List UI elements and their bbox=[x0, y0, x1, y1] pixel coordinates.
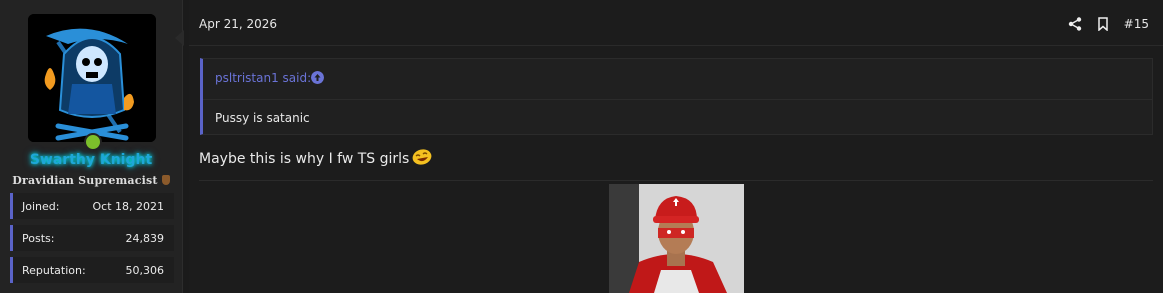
stat-reputation: Reputation: 50,306 bbox=[10, 257, 174, 283]
user-avatar[interactable] bbox=[28, 14, 156, 142]
post-date[interactable]: Apr 21, 2026 bbox=[199, 17, 277, 31]
attached-image[interactable] bbox=[609, 184, 744, 293]
forum-post: Swarthy Knight Dravidian Supremacist Joi… bbox=[0, 0, 1163, 293]
message-text: Maybe this is why I fw TS girls bbox=[199, 151, 410, 167]
bookmark-icon[interactable] bbox=[1096, 17, 1110, 31]
shield-icon bbox=[161, 175, 170, 185]
online-status-indicator bbox=[84, 133, 102, 151]
quote-text: Pussy is satanic bbox=[215, 111, 310, 125]
quote-header: psltristan1 said: bbox=[203, 59, 1152, 100]
post-main: Apr 21, 2026 #15 psltristan1 said: Pussy… bbox=[189, 0, 1163, 293]
user-title: Dravidian Supremacist bbox=[0, 174, 182, 187]
post-header: Apr 21, 2026 #15 bbox=[189, 0, 1163, 46]
post-actions: #15 bbox=[1068, 15, 1149, 33]
username[interactable]: Swarthy Knight bbox=[0, 152, 182, 168]
stat-label: Reputation: bbox=[22, 264, 86, 277]
stat-label: Posts: bbox=[22, 232, 55, 245]
user-sidebar: Swarthy Knight Dravidian Supremacist Joi… bbox=[0, 0, 183, 293]
arrow-up-circle-icon[interactable] bbox=[311, 71, 324, 84]
stat-value: 24,839 bbox=[125, 232, 165, 245]
laughing-emoji-icon bbox=[412, 149, 432, 165]
stat-label: Joined: bbox=[22, 200, 60, 213]
quote-block: psltristan1 said: Pussy is satanic bbox=[200, 58, 1153, 135]
user-title-text: Dravidian Supremacist bbox=[12, 174, 158, 187]
share-icon[interactable] bbox=[1068, 17, 1082, 31]
post-number[interactable]: #15 bbox=[1124, 17, 1149, 31]
sidebar-pointer bbox=[175, 30, 184, 46]
stat-posts: Posts: 24,839 bbox=[10, 225, 174, 251]
divider bbox=[199, 180, 1153, 181]
message-body: Maybe this is why I fw TS girls bbox=[199, 149, 432, 167]
man-red-costume-image bbox=[609, 184, 744, 293]
reaper-avatar-image bbox=[28, 14, 156, 142]
stat-joined: Joined: Oct 18, 2021 bbox=[10, 193, 174, 219]
stat-value: Oct 18, 2021 bbox=[92, 200, 165, 213]
quote-author-link[interactable]: psltristan1 said: bbox=[215, 71, 311, 85]
stat-value: 50,306 bbox=[125, 264, 165, 277]
